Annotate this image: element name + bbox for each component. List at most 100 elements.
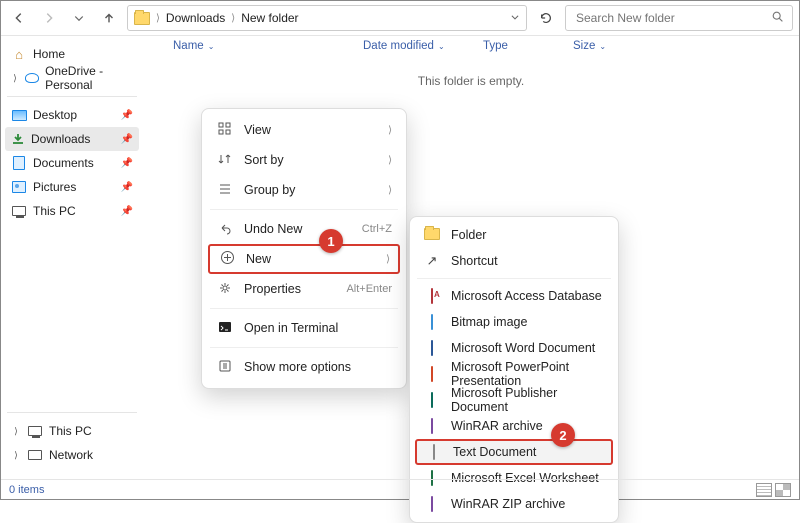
sidebar-item-label: Documents: [33, 156, 94, 170]
folder-icon: [134, 12, 150, 25]
powerpoint-file-icon: [423, 367, 441, 381]
ctx-item-label: Sort by: [244, 153, 378, 167]
submenu-item-label: Shortcut: [451, 254, 605, 268]
search-box[interactable]: [565, 5, 793, 31]
forward-button[interactable]: [37, 6, 61, 30]
empty-folder-message: This folder is empty.: [143, 74, 799, 88]
sort-indicator-icon: ⌄: [599, 42, 606, 51]
column-header-name[interactable]: Name⌄: [173, 40, 363, 52]
search-icon[interactable]: [771, 10, 784, 26]
ctx-item-properties[interactable]: Properties Alt+Enter: [208, 274, 400, 304]
ctx-item-view[interactable]: View ⟩: [208, 115, 400, 145]
submenu-item-winrar[interactable]: WinRAR archive: [415, 413, 613, 439]
more-options-icon: [216, 359, 234, 376]
submenu-item-folder[interactable]: Folder: [415, 222, 613, 248]
submenu-item-powerpoint[interactable]: Microsoft PowerPoint Presentation: [415, 361, 613, 387]
ctx-item-new[interactable]: New ⟩: [208, 244, 400, 274]
refresh-button[interactable]: [533, 5, 559, 31]
sort-indicator-icon: ⌄: [438, 42, 445, 51]
ctx-divider: [210, 209, 398, 210]
ctx-item-open-terminal[interactable]: Open in Terminal: [208, 313, 400, 343]
chevron-right-icon: ⟩: [388, 185, 392, 196]
ctx-item-sort-by[interactable]: Sort by ⟩: [208, 145, 400, 175]
back-button[interactable]: [7, 6, 31, 30]
sidebar-item-network[interactable]: ⟩ Network: [5, 443, 139, 467]
submenu-item-text-document[interactable]: Text Document: [415, 439, 613, 465]
column-header-size[interactable]: Size ⌄: [573, 40, 633, 52]
chevron-right-icon[interactable]: ⟩: [11, 450, 21, 461]
ctx-item-label: View: [244, 123, 378, 137]
breadcrumb-segment[interactable]: New folder: [241, 11, 298, 25]
submenu-item-shortcut[interactable]: ↗ Shortcut: [415, 248, 613, 274]
ctx-item-label: Group by: [244, 183, 378, 197]
sidebar-item-thispc[interactable]: ⟩ This PC: [5, 419, 139, 443]
sidebar-item-downloads[interactable]: Downloads 📌: [5, 127, 139, 151]
sort-icon: [216, 152, 234, 169]
word-file-icon: [423, 341, 441, 355]
view-icon: [216, 122, 234, 139]
column-header-date[interactable]: Date modified⌄: [363, 40, 483, 52]
view-toggle-group: [756, 483, 791, 497]
sidebar-item-label: Pictures: [33, 180, 76, 194]
breadcrumb-dropdown-icon[interactable]: [510, 11, 520, 25]
new-submenu: Folder ↗ Shortcut Microsoft Access Datab…: [409, 216, 619, 523]
column-headers: Name⌄ Date modified⌄ Type Size ⌄: [143, 36, 799, 56]
chevron-right-icon[interactable]: ⟩: [11, 73, 19, 84]
pc-icon: [27, 424, 43, 438]
ctx-divider: [210, 308, 398, 309]
chevron-right-icon: ⟩: [231, 13, 235, 24]
submenu-item-label: Microsoft Word Document: [451, 341, 605, 355]
submenu-item-label: Text Document: [453, 445, 603, 459]
bitmap-file-icon: [423, 315, 441, 329]
ctx-item-undo[interactable]: Undo New Ctrl+Z: [208, 214, 400, 244]
ctx-item-shortcut: Ctrl+Z: [362, 223, 392, 235]
ctx-item-label: New: [246, 252, 376, 266]
ctx-divider: [210, 347, 398, 348]
column-header-label: Size: [573, 40, 595, 52]
submenu-item-label: Microsoft Publisher Document: [451, 386, 605, 414]
chevron-right-icon: ⟩: [386, 254, 390, 265]
chevron-right-icon: ⟩: [156, 13, 160, 24]
pin-icon: 📌: [121, 158, 133, 169]
address-breadcrumb[interactable]: ⟩ Downloads ⟩ New folder: [127, 5, 527, 31]
folder-icon: [423, 227, 441, 243]
context-menu: View ⟩ Sort by ⟩ Group by ⟩ Undo New Ctr…: [201, 108, 407, 389]
sidebar-item-desktop[interactable]: Desktop 📌: [5, 103, 139, 127]
submenu-item-label: WinRAR archive: [451, 419, 605, 433]
top-nav-bar: ⟩ Downloads ⟩ New folder: [1, 1, 799, 35]
icons-view-button[interactable]: [775, 483, 791, 497]
recent-locations-button[interactable]: [67, 6, 91, 30]
annotation-step-2: 2: [551, 423, 575, 447]
chevron-right-icon: ⟩: [388, 155, 392, 166]
ctx-item-label: Show more options: [244, 360, 392, 374]
submenu-item-access[interactable]: Microsoft Access Database: [415, 283, 613, 309]
column-header-type[interactable]: Type: [483, 40, 573, 52]
up-button[interactable]: [97, 6, 121, 30]
chevron-right-icon[interactable]: ⟩: [11, 426, 21, 437]
submenu-item-label: WinRAR ZIP archive: [451, 497, 605, 511]
details-view-button[interactable]: [756, 483, 772, 497]
submenu-item-bitmap[interactable]: Bitmap image: [415, 309, 613, 335]
search-input[interactable]: [574, 10, 771, 26]
sidebar-item-documents[interactable]: Documents 📌: [5, 151, 139, 175]
ctx-item-show-more[interactable]: Show more options: [208, 352, 400, 382]
pin-icon: 📌: [121, 110, 133, 121]
sidebar-item-pictures[interactable]: Pictures 📌: [5, 175, 139, 199]
sidebar-item-home[interactable]: ⌂ Home: [5, 42, 139, 66]
sidebar-item-onedrive[interactable]: ⟩ OneDrive - Personal: [5, 66, 139, 90]
desktop-icon: [11, 108, 27, 122]
submenu-item-word[interactable]: Microsoft Word Document: [415, 335, 613, 361]
submenu-item-publisher[interactable]: Microsoft Publisher Document: [415, 387, 613, 413]
ctx-item-label: Open in Terminal: [244, 321, 392, 335]
breadcrumb-segment[interactable]: Downloads: [166, 11, 225, 25]
pin-icon: 📌: [121, 206, 133, 217]
group-icon: [216, 182, 234, 199]
sidebar-item-label: This PC: [49, 424, 92, 438]
pin-icon: 📌: [121, 134, 133, 145]
sidebar-item-thispc-quick[interactable]: This PC 📌: [5, 199, 139, 223]
ctx-item-group-by[interactable]: Group by ⟩: [208, 175, 400, 205]
sidebar-item-label: Desktop: [33, 108, 77, 122]
properties-icon: [216, 281, 234, 298]
access-file-icon: [423, 289, 441, 303]
status-bar: 0 items: [1, 479, 799, 499]
